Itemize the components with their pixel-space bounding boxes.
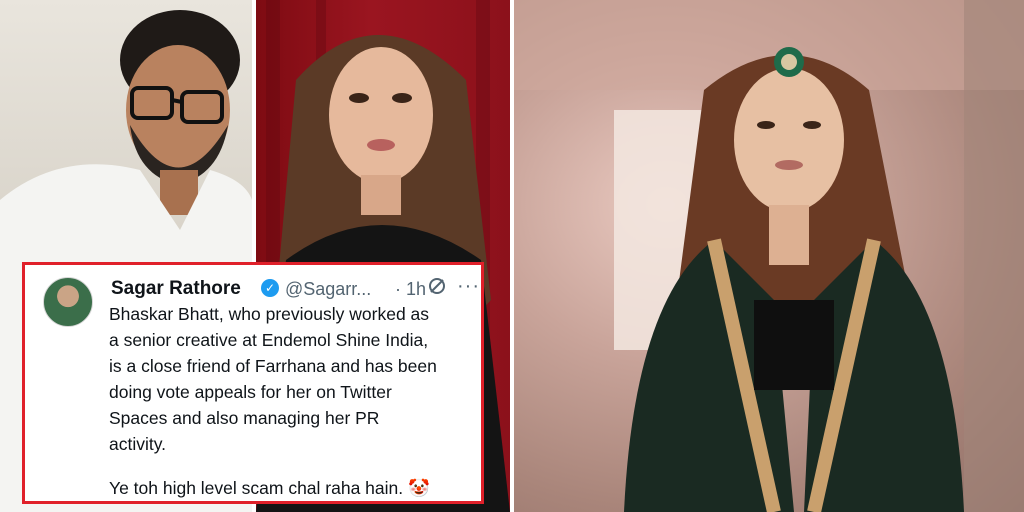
author-name[interactable]: Sagar Rathore [111, 278, 241, 300]
tweet-card: Sagar Rathore ✓ @Sagarr... · 1h ··· Bhas… [22, 262, 484, 504]
tweet-time[interactable]: · 1h [395, 279, 426, 300]
more-options-icon[interactable]: ··· [457, 275, 480, 298]
grok-icon[interactable] [427, 276, 447, 296]
grok-icon-svg [429, 278, 445, 294]
photo-woman-stage-outfit [514, 0, 1024, 512]
verified-badge-icon: ✓ [261, 279, 279, 297]
author-avatar[interactable] [43, 277, 93, 327]
stage-illustration [514, 0, 1024, 512]
author-handle[interactable]: @Sagarr... [285, 279, 371, 300]
tweet-text: Bhaskar Bhatt, who previously worked as … [109, 304, 437, 454]
tweet-text-line-2: Ye toh high level scam chal raha hain. 🤡 [109, 478, 430, 498]
